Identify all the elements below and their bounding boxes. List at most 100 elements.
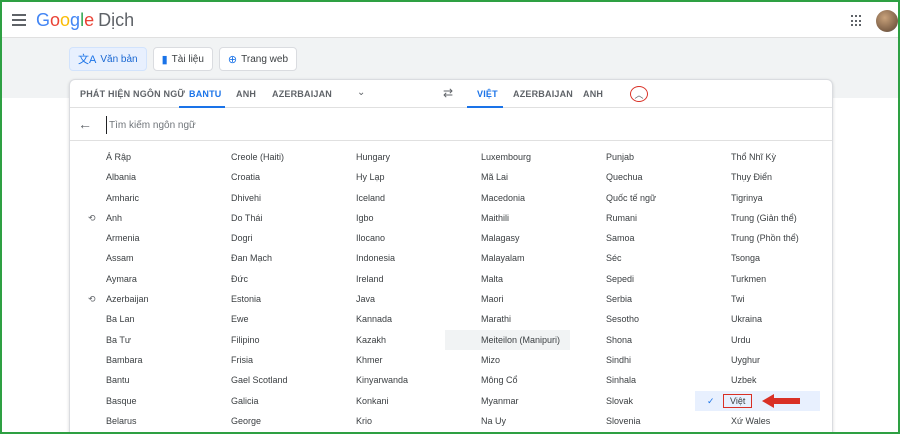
language-option[interactable]: Uzbek <box>695 370 820 390</box>
chevron-down-icon[interactable]: ⌄ <box>357 87 365 98</box>
language-option[interactable]: Myanmar <box>445 391 570 411</box>
language-option[interactable]: Punjab <box>570 147 695 167</box>
language-option[interactable]: Shona <box>570 330 695 350</box>
language-option[interactable]: Ukraina <box>695 309 820 329</box>
language-option[interactable]: Trung (Giản thể) <box>695 208 820 228</box>
language-option[interactable]: Trung (Phồn thể) <box>695 228 820 248</box>
language-option[interactable]: Quốc tế ngữ <box>570 188 695 208</box>
language-option[interactable]: Mizo <box>445 350 570 370</box>
language-option[interactable]: Luxembourg <box>445 147 570 167</box>
tab-target-vietnamese[interactable]: VIỆT <box>477 89 498 99</box>
mode-button-text[interactable]: 文A Văn bản <box>69 47 147 71</box>
google-translate-logo[interactable]: Google Dịch <box>36 10 134 31</box>
swap-languages-icon[interactable]: ⇄ <box>443 86 453 100</box>
language-option[interactable]: Malagasy <box>445 228 570 248</box>
language-option[interactable]: Slovenia <box>570 411 695 431</box>
language-option[interactable]: Belarus <box>70 411 195 431</box>
language-option[interactable]: Estonia <box>195 289 320 309</box>
tab-target-english[interactable]: ANH <box>583 89 603 99</box>
language-option[interactable]: Ba Tư <box>70 330 195 350</box>
language-option[interactable]: Ba Lan <box>70 309 195 329</box>
language-option[interactable]: Iceland <box>320 188 445 208</box>
language-option[interactable]: Rumani <box>570 208 695 228</box>
language-option[interactable]: Hungary <box>320 147 445 167</box>
language-option[interactable]: Malayalam <box>445 248 570 268</box>
tab-source-bantu[interactable]: BANTU <box>189 89 222 99</box>
language-option[interactable]: Đức <box>195 269 320 289</box>
language-option[interactable]: Quechua <box>570 167 695 187</box>
language-option[interactable]: Bantu <box>70 370 195 390</box>
language-option[interactable]: Á Rập <box>70 147 195 167</box>
language-option[interactable]: Mã Lai <box>445 167 570 187</box>
language-option[interactable]: Séc <box>570 248 695 268</box>
language-option[interactable]: Samoa <box>570 228 695 248</box>
language-option[interactable]: Galicia <box>195 391 320 411</box>
language-option[interactable]: Basque <box>70 391 195 411</box>
language-option[interactable]: Twi <box>695 289 820 309</box>
language-option[interactable]: Gael Scotland <box>195 370 320 390</box>
language-option[interactable]: George <box>195 411 320 431</box>
language-option[interactable]: Java <box>320 289 445 309</box>
avatar[interactable] <box>876 10 898 32</box>
language-option[interactable]: Bambara <box>70 350 195 370</box>
language-option[interactable]: Sindhi <box>570 350 695 370</box>
language-option[interactable]: Turkmen <box>695 269 820 289</box>
language-option[interactable]: Thụy Điển <box>695 167 820 187</box>
language-option[interactable]: Thổ Nhĩ Kỳ <box>695 147 820 167</box>
language-option[interactable]: Albania <box>70 167 195 187</box>
language-option[interactable]: ⟲ Azerbaijan <box>70 289 195 309</box>
language-option[interactable]: Ireland <box>320 269 445 289</box>
language-option[interactable]: Mông Cổ <box>445 370 570 390</box>
language-option[interactable]: Croatia <box>195 167 320 187</box>
language-option[interactable]: Meiteilon (Manipuri) <box>445 329 570 350</box>
hamburger-menu-icon[interactable] <box>12 14 26 26</box>
language-option[interactable]: Dhivehi <box>195 188 320 208</box>
language-option[interactable]: Xứ Wales <box>695 411 820 431</box>
apps-grid-icon[interactable] <box>851 15 863 27</box>
language-option[interactable]: Indonesia <box>320 248 445 268</box>
language-option[interactable]: Krio <box>320 411 445 431</box>
tab-target-azerbaijani[interactable]: AZERBAIJAN <box>513 89 573 99</box>
language-option[interactable]: Macedonia <box>445 188 570 208</box>
language-option[interactable]: Maithili <box>445 208 570 228</box>
back-arrow-icon[interactable]: ← <box>78 116 92 132</box>
tab-source-english[interactable]: ANH <box>236 89 256 99</box>
language-option[interactable]: Tigrinya <box>695 188 820 208</box>
language-option[interactable]: Tsonga <box>695 248 820 268</box>
language-option[interactable]: Konkani <box>320 391 445 411</box>
language-option[interactable]: Ilocano <box>320 228 445 248</box>
language-option[interactable]: Kazakh <box>320 330 445 350</box>
language-option[interactable]: Malta <box>445 269 570 289</box>
mode-button-documents[interactable]: ▮ Tài liệu <box>152 47 213 71</box>
language-search-input[interactable] <box>106 116 406 134</box>
language-option[interactable]: Sepedi <box>570 269 695 289</box>
language-option[interactable]: Marathi <box>445 309 570 329</box>
language-option[interactable]: Hy Lạp <box>320 167 445 187</box>
language-option[interactable]: Igbo <box>320 208 445 228</box>
language-option[interactable]: Kannada <box>320 309 445 329</box>
tab-detect-language[interactable]: PHÁT HIỆN NGÔN NGỮ <box>80 89 185 99</box>
language-option[interactable]: Amharic <box>70 188 195 208</box>
language-option[interactable]: ⟲ Anh <box>70 208 195 228</box>
language-option[interactable]: Creole (Haiti) <box>195 147 320 167</box>
language-option[interactable]: Armenia <box>70 228 195 248</box>
language-option[interactable]: Urdu <box>695 330 820 350</box>
language-option[interactable]: Khmer <box>320 350 445 370</box>
tab-source-azerbaijani[interactable]: AZERBAIJAN <box>272 89 332 99</box>
language-option[interactable]: Uyghur <box>695 350 820 370</box>
language-option[interactable]: Sesotho <box>570 309 695 329</box>
language-option[interactable]: Sinhala <box>570 370 695 390</box>
language-option[interactable]: Kinyarwanda <box>320 370 445 390</box>
language-option[interactable]: Na Uy <box>445 411 570 431</box>
language-option[interactable]: Slovak <box>570 391 695 411</box>
language-option[interactable]: Frisia <box>195 350 320 370</box>
language-option[interactable]: Assam <box>70 248 195 268</box>
chevron-up-icon[interactable]: ︿ <box>630 86 648 102</box>
language-option[interactable]: Đan Mạch <box>195 248 320 268</box>
language-option[interactable]: Dogri <box>195 228 320 248</box>
language-option[interactable]: Do Thái <box>195 208 320 228</box>
language-option[interactable]: Filipino <box>195 330 320 350</box>
language-option[interactable]: Serbia <box>570 289 695 309</box>
language-option[interactable]: Ewe <box>195 309 320 329</box>
language-option[interactable]: Maori <box>445 289 570 309</box>
